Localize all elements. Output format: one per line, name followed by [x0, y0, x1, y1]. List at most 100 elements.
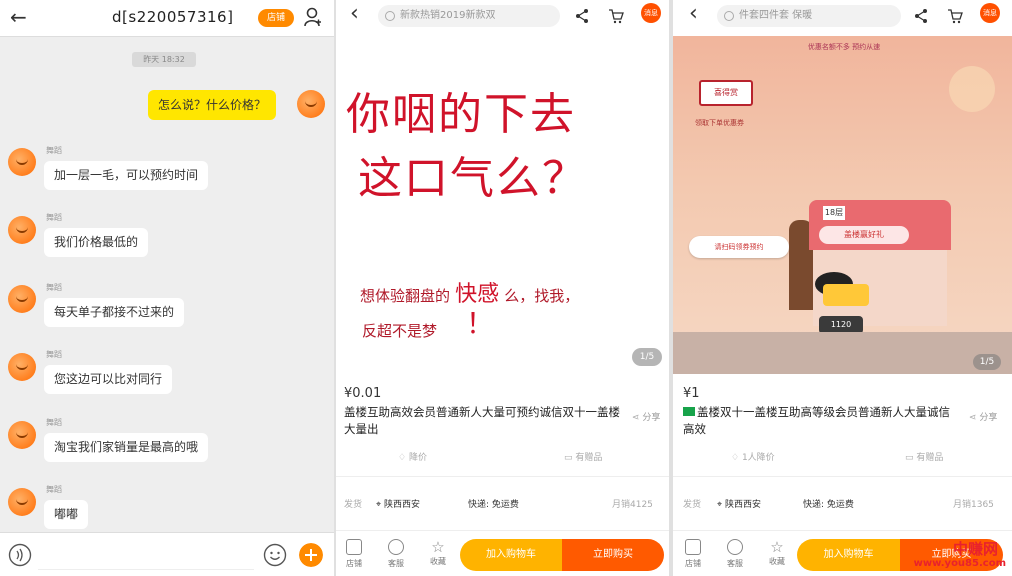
shop-label: 店铺	[685, 559, 701, 568]
sign-badge: 喜得赏	[699, 80, 753, 106]
user-profile-icon[interactable]	[304, 7, 322, 27]
separator	[673, 476, 1012, 477]
gift-icon: ▭	[564, 453, 573, 463]
shop-icon	[346, 539, 362, 555]
service-button[interactable]: 客服	[719, 539, 751, 569]
back-arrow-icon[interactable]: ←	[10, 6, 27, 28]
location: ⌖ 陕西西安	[376, 497, 420, 510]
separator	[336, 476, 669, 477]
sender-name: 舞蹈	[46, 283, 62, 292]
emoji-icon[interactable]	[263, 543, 287, 567]
floor-label: 18层	[823, 206, 845, 220]
speech-pill: 请扫码领券预约	[689, 236, 789, 258]
message-input[interactable]	[38, 541, 254, 570]
image-pager: 1/5	[973, 354, 1001, 370]
my-message-bubble[interactable]: 怎么说？什么价格？	[148, 90, 277, 120]
search-input[interactable]: 新款热销2019新款双	[378, 5, 560, 27]
ship-from-label: 发货	[344, 500, 363, 510]
search-input[interactable]: 件套四件套 保暖	[717, 5, 901, 27]
add-to-cart-button[interactable]: 加入购物车	[797, 539, 900, 571]
product-header: ‹ 新款热销2019新款双 消息	[336, 0, 669, 32]
shipping-info: 快递: 免运费	[803, 500, 854, 510]
share-button[interactable]: ⋖ 分享	[632, 410, 660, 423]
image-top-text: 优惠名额不多 预约从速	[807, 43, 881, 51]
favorite-button[interactable]: ☆ 收藏	[422, 539, 454, 567]
message-timestamp: 昨天 18:32	[132, 52, 196, 67]
share-button[interactable]: ⋖ 分享	[969, 410, 997, 423]
message-bubble[interactable]: 嘟嘟	[44, 500, 89, 529]
watermark-title: 中赚网	[952, 540, 998, 558]
shop-button[interactable]: 店铺	[677, 539, 709, 569]
share-icon[interactable]	[574, 8, 590, 24]
sender-name: 舞蹈	[46, 146, 62, 155]
sender-name: 舞蹈	[46, 213, 62, 222]
exclamation-mark: ！	[466, 307, 495, 340]
seller-avatar[interactable]	[8, 216, 36, 244]
tag-icon	[683, 407, 695, 416]
product-header: ‹ 件套四件套 保暖 消息	[673, 0, 1012, 32]
message-bubble[interactable]: 淘宝我们家销量是最高的哦	[44, 433, 209, 462]
product-price: ¥0.01	[344, 386, 382, 401]
seller-avatar[interactable]	[8, 285, 36, 313]
gift-label: 有赠品	[575, 453, 603, 463]
favorite-button[interactable]: ☆ 收藏	[761, 539, 793, 567]
product-image[interactable]: 优惠名额不多 预约从速 喜得赏 领取下单优惠券 请扫码领券预约 18层 盖楼赢好…	[673, 36, 1012, 374]
my-avatar[interactable]	[297, 90, 325, 118]
service-button[interactable]: 客服	[380, 539, 412, 569]
share-label: 分享	[979, 413, 998, 423]
back-icon[interactable]: ‹	[350, 3, 359, 25]
shop-button[interactable]: 店铺	[338, 539, 370, 569]
back-icon[interactable]: ‹	[689, 3, 698, 25]
share-icon[interactable]	[913, 8, 929, 24]
product-title: 盖楼互助高效会员普通新人大量可预约诚信双十一盖楼大量出	[344, 405, 620, 436]
message-bubble[interactable]: 加一层一毛，可以预约时间	[44, 161, 209, 190]
cart-icon[interactable]	[608, 8, 624, 24]
message-badge[interactable]: 消息	[980, 3, 1000, 23]
service-label: 客服	[727, 559, 743, 568]
buy-now-button[interactable]: 立即购买	[562, 539, 664, 571]
message-bubble[interactable]: 我们价格最低的	[44, 228, 149, 257]
product-bottom-bar: 店铺 客服 ☆ 收藏 加入购物车 立即购买	[336, 530, 669, 576]
shop-pill-button[interactable]: 店铺	[258, 9, 294, 27]
message-bubble[interactable]: 您这边可以比对同行	[44, 365, 173, 394]
cta-group: 加入购物车 立即购买	[460, 539, 664, 571]
shipping-info: 快递: 免运费	[468, 500, 519, 510]
product-title-text: 盖楼双十一盖楼互助高等级会员普通新人大量诚信高效	[683, 405, 950, 436]
favorite-label: 收藏	[769, 557, 785, 566]
seller-avatar[interactable]	[8, 148, 36, 176]
product-price: ¥1	[683, 386, 700, 401]
gift-button[interactable]: ▭ 有赠品	[905, 450, 943, 463]
headline-line-2: 这口气么？	[358, 153, 588, 204]
chat-panel: ← d[s220057316] 店铺 昨天 18:32 怎么说？什么价格？ 舞蹈…	[0, 0, 334, 576]
search-placeholder: 件套四件套 保暖	[739, 10, 813, 21]
price-drop-button[interactable]: ♢ 1人降价	[731, 450, 775, 463]
promo-line-2: 反超不是梦	[362, 322, 438, 340]
product-title: 盖楼双十一盖楼互助高等级会员普通新人大量诚信高效	[683, 404, 953, 438]
add-to-cart-button[interactable]: 加入购物车	[460, 539, 562, 571]
message-bubble[interactable]: 每天单子都接不过来的	[44, 298, 185, 327]
shop-label: 店铺	[346, 559, 362, 568]
product-image[interactable]: 你咽的下去 这口气么？ 想体验翻盘的 快感 么，找我， 反超不是梦 ！ 1/5	[336, 36, 669, 374]
image-pager: 1/5	[632, 348, 662, 366]
cart-icon[interactable]	[947, 8, 963, 24]
seller-avatar[interactable]	[8, 488, 36, 516]
seller-avatar[interactable]	[8, 421, 36, 449]
promo-line-1: 想体验翻盘的 快感 么，找我，	[360, 276, 650, 308]
plus-icon[interactable]	[299, 543, 323, 567]
sign-subtext: 领取下单优惠券	[695, 119, 744, 127]
seller-avatar[interactable]	[8, 353, 36, 381]
voice-icon[interactable]	[8, 543, 32, 567]
favorite-label: 收藏	[430, 557, 446, 566]
location-icon: ⌖	[717, 500, 723, 510]
gold-blocks	[823, 284, 869, 306]
share-label: 分享	[642, 413, 661, 423]
price-drop-button[interactable]: ♢ 降价	[398, 450, 427, 463]
site-watermark: 中赚网 www.you85.com	[908, 538, 1012, 576]
ship-from-label: 发货	[683, 500, 702, 510]
product-panel-1: ‹ 新款热销2019新款双 消息 你咽的下去 这口气么？ 想体验翻盘的 快感 么…	[336, 0, 669, 576]
chat-icon	[388, 539, 404, 555]
star-icon: ☆	[770, 538, 784, 556]
message-badge[interactable]: 消息	[641, 3, 661, 23]
monthly-sales: 月销1365	[953, 500, 994, 510]
gift-button[interactable]: ▭ 有赠品	[564, 450, 602, 463]
